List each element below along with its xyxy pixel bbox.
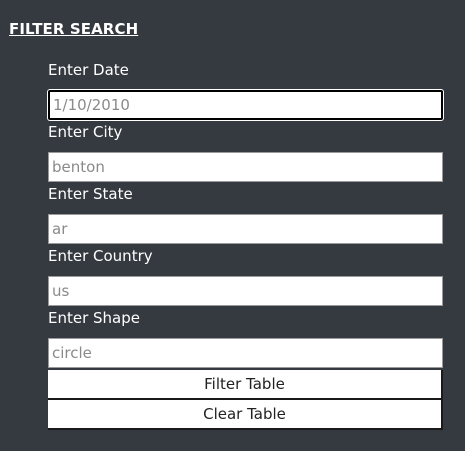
country-input[interactable] (48, 276, 443, 306)
filter-form: Enter Date Enter City Enter State Enter … (48, 60, 443, 430)
clear-table-button[interactable]: Clear Table (48, 400, 443, 430)
state-label: Enter State (48, 185, 133, 203)
shape-label: Enter Shape (48, 309, 140, 327)
filter-search-panel: FILTER SEARCH Enter Date Enter City Ente… (0, 0, 465, 451)
filter-table-button[interactable]: Filter Table (48, 370, 443, 400)
date-input[interactable] (48, 90, 443, 120)
date-label: Enter Date (48, 61, 129, 79)
city-input[interactable] (48, 152, 443, 182)
state-input[interactable] (48, 214, 443, 244)
country-label: Enter Country (48, 247, 153, 265)
city-label: Enter City (48, 123, 123, 141)
filter-search-title: FILTER SEARCH (9, 20, 139, 38)
shape-input[interactable] (48, 338, 443, 368)
